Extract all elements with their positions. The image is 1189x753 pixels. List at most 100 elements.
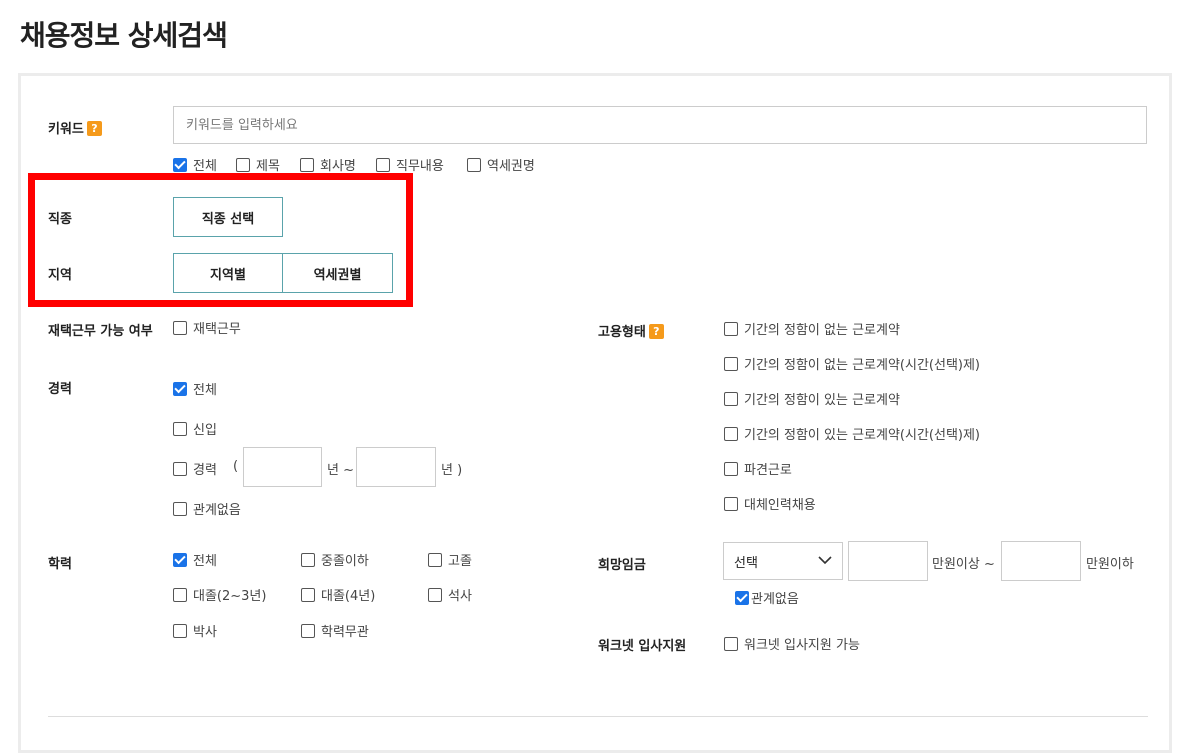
- career-option-irrelevant[interactable]: 관계없음: [173, 499, 241, 518]
- checkbox-icon[interactable]: [724, 356, 738, 371]
- education-option-middle[interactable]: 중졸이하: [301, 550, 369, 569]
- employment-label-text: 고용형태: [598, 325, 646, 340]
- help-icon[interactable]: ?: [648, 324, 664, 339]
- employment-option[interactable]: 대체인력채용: [724, 494, 816, 513]
- checkbox-icon[interactable]: [173, 320, 187, 335]
- career-option-experienced[interactable]: 경력: [173, 459, 217, 478]
- help-icon[interactable]: ?: [86, 121, 102, 136]
- education-option-any[interactable]: 학력무관: [301, 621, 369, 640]
- remote-option[interactable]: 재택근무: [173, 318, 241, 337]
- salary-min-suffix: 만원이상 ~: [932, 557, 995, 572]
- education-option-college[interactable]: 대졸(2~3년): [173, 585, 266, 604]
- education-option-high[interactable]: 고졸: [428, 550, 472, 569]
- remote-label: 재택근무 가능 여부: [48, 324, 153, 339]
- checkbox-icon[interactable]: [300, 157, 314, 172]
- checkbox-label: 경력: [193, 463, 217, 478]
- checkbox-label: 석사: [448, 589, 472, 604]
- checkbox-label: 기간의 정함이 없는 근로계약(시간(선택)제): [744, 358, 981, 373]
- checkbox-icon[interactable]: [173, 421, 187, 436]
- checkbox-icon[interactable]: [428, 552, 442, 567]
- checkbox-label: 워크넷 입사지원 가능: [744, 638, 860, 653]
- salary-select-value: 선택: [734, 555, 758, 571]
- education-option-all[interactable]: 전체: [173, 550, 217, 569]
- checkbox-icon[interactable]: [173, 623, 187, 638]
- keyword-option-duty[interactable]: 직무내용: [376, 155, 444, 174]
- employment-option[interactable]: 기간의 정함이 있는 근로계약: [724, 389, 900, 408]
- checkbox-label: 직무내용: [396, 159, 444, 174]
- checkbox-label: 대졸(4년): [321, 589, 376, 604]
- checkbox-label: 파견근로: [744, 463, 792, 478]
- checkbox-label: 전체: [193, 554, 217, 569]
- checkbox-icon[interactable]: [301, 552, 315, 567]
- keyword-input[interactable]: [173, 106, 1147, 144]
- checkbox-icon[interactable]: [301, 623, 315, 638]
- keyword-option-all[interactable]: 전체: [173, 155, 217, 174]
- checkbox-label: 대졸(2~3년): [193, 589, 267, 604]
- checkbox-label: 기간의 정함이 있는 근로계약: [744, 393, 900, 408]
- salary-max-suffix: 만원이하: [1086, 557, 1134, 572]
- paren-open: (: [233, 459, 239, 474]
- keyword-option-title[interactable]: 제목: [236, 155, 280, 174]
- checkbox-label: 전체: [193, 159, 217, 174]
- employment-option[interactable]: 기간의 정함이 없는 근로계약(시간(선택)제): [724, 354, 980, 373]
- salary-irrelevant[interactable]: 관계없음: [735, 588, 799, 607]
- salary-max-input[interactable]: [1001, 541, 1081, 581]
- education-option-university[interactable]: 대졸(4년): [301, 585, 375, 604]
- salary-select[interactable]: 선택: [723, 542, 843, 580]
- checkbox-icon[interactable]: [173, 501, 187, 516]
- checkbox-label: 신입: [193, 423, 217, 438]
- employment-option[interactable]: 기간의 정함이 없는 근로계약: [724, 319, 900, 338]
- checkbox-icon[interactable]: [724, 496, 738, 511]
- checkbox-icon[interactable]: [735, 590, 749, 605]
- checkbox-label: 기간의 정함이 있는 근로계약(시간(선택)제): [744, 428, 981, 443]
- checkbox-icon[interactable]: [428, 587, 442, 602]
- checkbox-icon[interactable]: [724, 321, 738, 336]
- career-min-year-input[interactable]: [243, 447, 322, 487]
- checkbox-icon[interactable]: [467, 157, 481, 172]
- checkbox-icon[interactable]: [173, 157, 187, 172]
- career-option-all[interactable]: 전체: [173, 379, 217, 398]
- worknet-label: 워크넷 입사지원: [598, 639, 687, 654]
- employment-option[interactable]: 기간의 정함이 있는 근로계약(시간(선택)제): [724, 424, 980, 443]
- employment-option[interactable]: 파견근로: [724, 459, 792, 478]
- education-option-doctor[interactable]: 박사: [173, 621, 217, 640]
- checkbox-label: 박사: [193, 625, 217, 640]
- checkbox-label: 회사명: [320, 159, 356, 174]
- checkbox-label: 재택근무: [193, 322, 241, 337]
- keyword-label-text: 키워드: [48, 122, 84, 137]
- checkbox-label: 대체인력채용: [744, 498, 816, 513]
- checkbox-label: 관계없음: [193, 503, 241, 518]
- checkbox-icon[interactable]: [173, 552, 187, 567]
- checkbox-icon[interactable]: [173, 461, 187, 476]
- highlight-box: [28, 173, 413, 307]
- salary-min-input[interactable]: [848, 541, 928, 581]
- checkbox-icon[interactable]: [724, 461, 738, 476]
- keyword-label: 키워드?: [48, 118, 102, 137]
- checkbox-icon[interactable]: [236, 157, 250, 172]
- divider: [48, 716, 1148, 717]
- worknet-option[interactable]: 워크넷 입사지원 가능: [724, 634, 860, 653]
- checkbox-icon[interactable]: [724, 391, 738, 406]
- checkbox-label: 역세권명: [487, 159, 535, 174]
- checkbox-icon[interactable]: [724, 426, 738, 441]
- career-max-year-input[interactable]: [356, 447, 436, 487]
- checkbox-label: 학력무관: [321, 625, 369, 640]
- education-option-master[interactable]: 석사: [428, 585, 472, 604]
- checkbox-label: 제목: [256, 159, 280, 174]
- checkbox-icon[interactable]: [376, 157, 390, 172]
- keyword-option-company[interactable]: 회사명: [300, 155, 356, 174]
- year-close: 년 ): [441, 463, 463, 478]
- year-tilde: 년 ~: [327, 463, 354, 478]
- career-option-new[interactable]: 신입: [173, 419, 217, 438]
- employment-label: 고용형태?: [598, 321, 664, 340]
- checkbox-icon[interactable]: [724, 636, 738, 651]
- checkbox-icon[interactable]: [173, 587, 187, 602]
- page-title: 채용정보 상세검색: [20, 19, 228, 52]
- chevron-down-icon: [818, 554, 832, 569]
- keyword-option-station[interactable]: 역세권명: [467, 155, 535, 174]
- checkbox-label: 기간의 정함이 없는 근로계약: [744, 323, 900, 338]
- checkbox-label: 중졸이하: [321, 554, 369, 569]
- checkbox-label: 전체: [193, 383, 217, 398]
- checkbox-icon[interactable]: [301, 587, 315, 602]
- checkbox-icon[interactable]: [173, 381, 187, 396]
